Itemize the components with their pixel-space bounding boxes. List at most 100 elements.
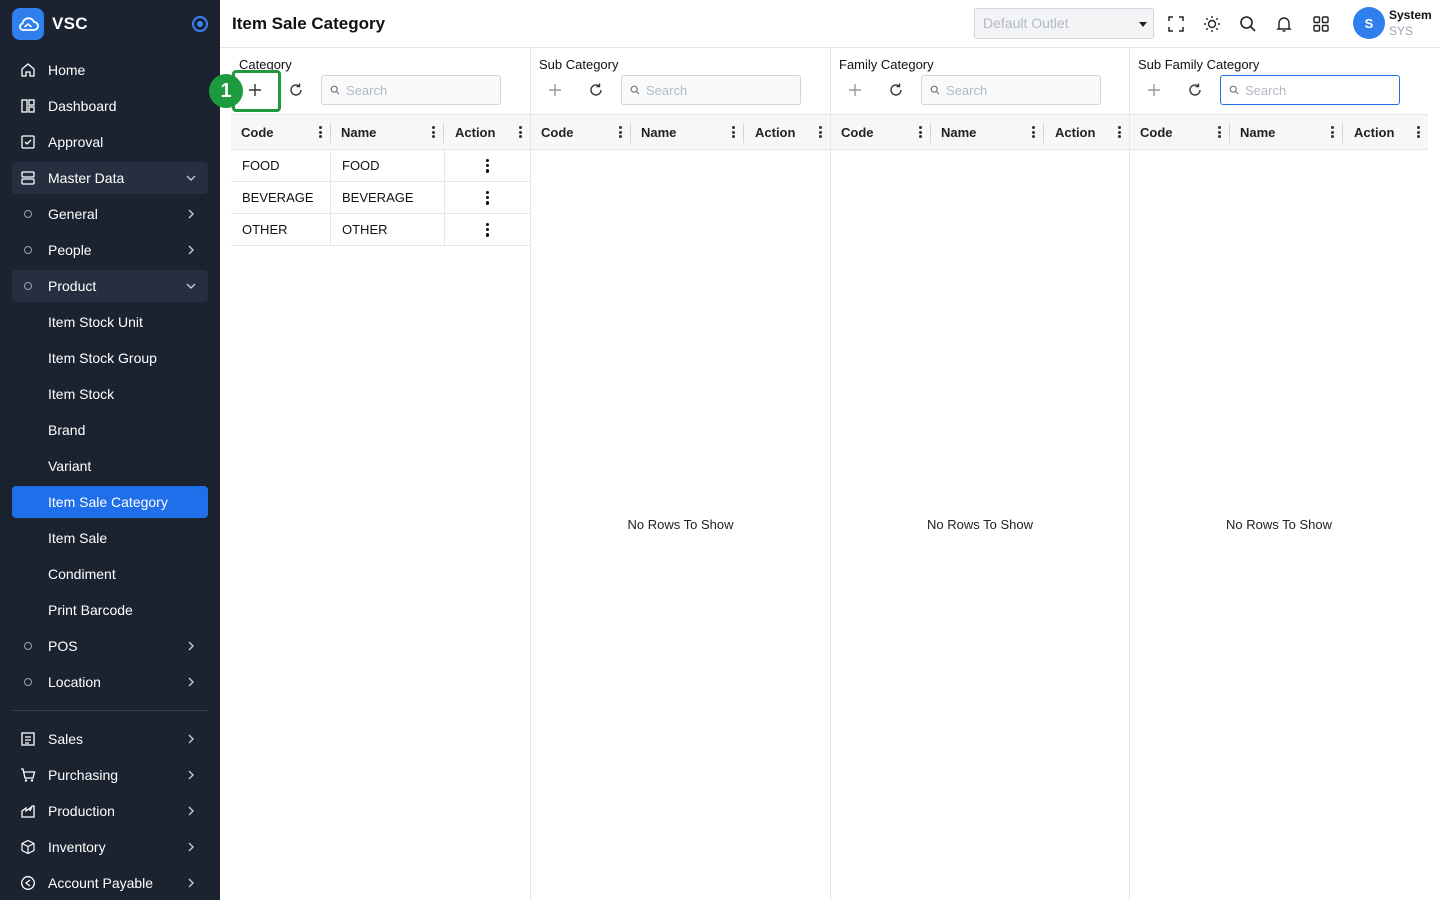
sidebar-item-sales[interactable]: Sales <box>12 723 208 755</box>
search-input[interactable]: Search <box>921 75 1101 105</box>
sidebar-item-people[interactable]: People <box>12 234 208 266</box>
column-menu-icon[interactable] <box>818 126 822 138</box>
column-header-label: Name <box>341 125 377 140</box>
search-icon <box>330 85 340 95</box>
add-button[interactable] <box>845 80 865 100</box>
sidebar-item-general[interactable]: General <box>12 198 208 230</box>
cell-code: FOOD <box>231 150 331 181</box>
sidebar-item-approval[interactable]: Approval <box>12 126 208 158</box>
column-header-action[interactable]: Action <box>445 115 530 150</box>
row-action-menu-icon[interactable] <box>485 190 490 205</box>
sidebar-item-home[interactable]: Home <box>12 54 208 86</box>
sidebar-item-label: Item Stock <box>48 386 115 402</box>
column-header-action[interactable]: Action <box>1045 115 1129 150</box>
column-header-name[interactable]: Name <box>331 115 443 150</box>
box-icon <box>18 837 38 857</box>
column-header-code[interactable]: Code <box>1130 115 1229 150</box>
column-header-name[interactable]: Name <box>1230 115 1342 150</box>
column-menu-icon[interactable] <box>431 126 435 138</box>
sidebar-item-label: Item Sale <box>48 530 108 546</box>
table-row[interactable]: FOOD FOOD <box>231 150 530 182</box>
sidebar-item-label: POS <box>48 638 78 654</box>
column-menu-icon[interactable] <box>518 126 522 138</box>
chevron-right-icon <box>188 806 194 816</box>
sidebar-item-item-stock-unit[interactable]: Item Stock Unit <box>12 306 208 338</box>
sidebar-item-dashboard[interactable]: Dashboard <box>12 90 208 122</box>
sidebar-item-label: Approval <box>48 134 104 150</box>
column-menu-icon[interactable] <box>731 126 735 138</box>
sidebar-item-purchasing[interactable]: Purchasing <box>12 759 208 791</box>
column-menu-icon[interactable] <box>1117 126 1121 138</box>
column-header-action[interactable]: Action <box>745 115 830 150</box>
column-header-action[interactable]: Action <box>1344 115 1428 150</box>
sidebar-item-condiment[interactable]: Condiment <box>12 558 208 590</box>
apps-grid-icon[interactable] <box>1310 13 1332 35</box>
outlet-select[interactable]: Default Outlet <box>974 8 1154 39</box>
refresh-icon[interactable] <box>586 80 606 100</box>
column-menu-icon[interactable] <box>1416 126 1420 138</box>
refresh-icon[interactable] <box>286 80 306 100</box>
fullscreen-icon[interactable] <box>1165 13 1187 35</box>
sidebar-item-master-data[interactable]: Master Data <box>12 162 208 194</box>
sidebar-item-label: Print Barcode <box>48 602 133 618</box>
refresh-icon[interactable] <box>1185 80 1205 100</box>
column-menu-icon[interactable] <box>318 126 322 138</box>
factory-icon <box>18 801 38 821</box>
sidebar-item-label: Condiment <box>48 566 116 582</box>
sidebar-item-production[interactable]: Production <box>12 795 208 827</box>
sidebar-item-item-sale[interactable]: Item Sale <box>12 522 208 554</box>
search-input[interactable]: Search <box>1220 75 1400 105</box>
sidebar-item-item-stock-group[interactable]: Item Stock Group <box>12 342 208 374</box>
theme-sun-icon[interactable] <box>1201 13 1223 35</box>
column-menu-icon[interactable] <box>618 126 622 138</box>
sidebar-item-variant[interactable]: Variant <box>12 450 208 482</box>
column-header-code[interactable]: Code <box>831 115 930 150</box>
brand: VSC <box>12 8 208 40</box>
add-button[interactable] <box>1144 80 1164 100</box>
grid-header: Code Name Action <box>231 114 530 150</box>
column-menu-icon[interactable] <box>1217 126 1221 138</box>
sidebar-item-inventory[interactable]: Inventory <box>12 831 208 863</box>
sidebar-item-label: Master Data <box>48 170 125 186</box>
sidebar-toggle-icon[interactable] <box>192 16 208 32</box>
search-input[interactable]: Search <box>321 75 501 105</box>
outlet-select-placeholder: Default Outlet <box>983 15 1069 31</box>
panel-title: Sub Family Category <box>1138 57 1260 72</box>
column-menu-icon[interactable] <box>918 126 922 138</box>
row-action-menu-icon[interactable] <box>485 158 490 173</box>
cell-name: OTHER <box>331 214 445 245</box>
sub-family-category-panel: Sub Family Category Search Code Name Act… <box>1130 48 1428 900</box>
column-header-label: Code <box>541 125 574 140</box>
empty-state-text: No Rows To Show <box>627 517 734 532</box>
sidebar-item-print-barcode[interactable]: Print Barcode <box>12 594 208 626</box>
cell-code: OTHER <box>231 214 331 245</box>
sidebar-item-account-payable[interactable]: Account Payable <box>12 867 208 899</box>
search-input[interactable]: Search <box>621 75 801 105</box>
search-placeholder: Search <box>346 82 388 98</box>
sidebar-item-label: Item Stock Group <box>48 350 157 366</box>
bell-icon[interactable] <box>1273 13 1295 35</box>
column-header-name[interactable]: Name <box>631 115 743 150</box>
table-row[interactable]: OTHER OTHER <box>231 214 530 246</box>
column-header-code[interactable]: Code <box>531 115 630 150</box>
search-icon[interactable] <box>1237 13 1259 35</box>
row-action-menu-icon[interactable] <box>485 222 490 237</box>
avatar[interactable]: S <box>1353 7 1385 39</box>
sidebar-item-item-stock[interactable]: Item Stock <box>12 378 208 410</box>
table-row[interactable]: BEVERAGE BEVERAGE <box>231 182 530 214</box>
sidebar-item-product[interactable]: Product <box>12 270 208 302</box>
sidebar-item-pos[interactable]: POS <box>12 630 208 662</box>
sidebar-item-label: Sales <box>48 731 84 747</box>
add-button[interactable] <box>545 80 565 100</box>
sidebar-item-brand[interactable]: Brand <box>12 414 208 446</box>
sidebar-nav: Home Dashboard Approval Master Data Gene… <box>12 54 208 900</box>
sidebar-item-item-sale-category[interactable]: Item Sale Category <box>12 486 208 518</box>
refresh-icon[interactable] <box>886 80 906 100</box>
column-menu-icon[interactable] <box>1330 126 1334 138</box>
sidebar-item-location[interactable]: Location <box>12 666 208 698</box>
grid-header: Code Name Action <box>1130 114 1428 150</box>
sidebar-item-label: Production <box>48 803 115 819</box>
column-header-code[interactable]: Code <box>231 115 330 150</box>
column-menu-icon[interactable] <box>1031 126 1035 138</box>
column-header-name[interactable]: Name <box>931 115 1043 150</box>
